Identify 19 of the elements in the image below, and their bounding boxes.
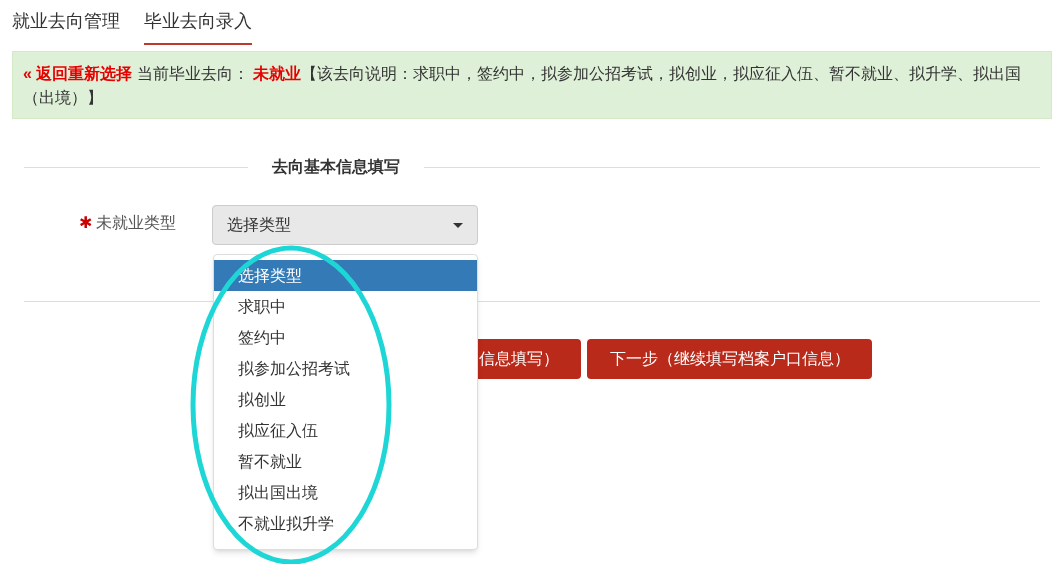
dropdown-option[interactable]: 不就业拟升学 bbox=[214, 508, 477, 539]
dropdown-option[interactable]: 求职中 bbox=[214, 291, 477, 322]
required-mark: ✱ bbox=[79, 213, 92, 233]
dropdown-option[interactable]: 拟创业 bbox=[214, 384, 477, 415]
tab[interactable]: 就业去向管理 bbox=[12, 8, 120, 45]
notice-text: « 返回重新选择 当前毕业去向： 未就业【该去向说明：求职中，签约中，拟参加公招考试，拟创业，拟应征入伍、暂不就业、拟升学、拟出国（出境）】 bbox=[23, 64, 1023, 108]
dropdown-option[interactable]: 暂不就业 bbox=[214, 446, 477, 477]
field-label: 未就业类型 bbox=[96, 213, 176, 233]
dropdown-option[interactable]: 拟出国出境 bbox=[214, 477, 477, 508]
section-title: 去向基本信息填写 bbox=[271, 157, 401, 177]
caret-icon bbox=[453, 222, 463, 228]
tab[interactable]: 毕业去向录入 bbox=[144, 8, 252, 45]
next-button[interactable]: 下一步（继续填写档案户口信息） bbox=[587, 339, 872, 379]
dropdown-option[interactable]: 签约中 bbox=[214, 322, 477, 353]
dropdown-option[interactable]: 选择类型 bbox=[214, 260, 477, 291]
back-link[interactable]: « 返回重新选择 bbox=[23, 65, 133, 82]
type-select[interactable]: 选择类型 bbox=[212, 205, 478, 245]
dropdown-option[interactable]: 拟参加公招考试 bbox=[214, 353, 477, 384]
dropdown-option[interactable]: 拟应征入伍 bbox=[214, 415, 477, 446]
